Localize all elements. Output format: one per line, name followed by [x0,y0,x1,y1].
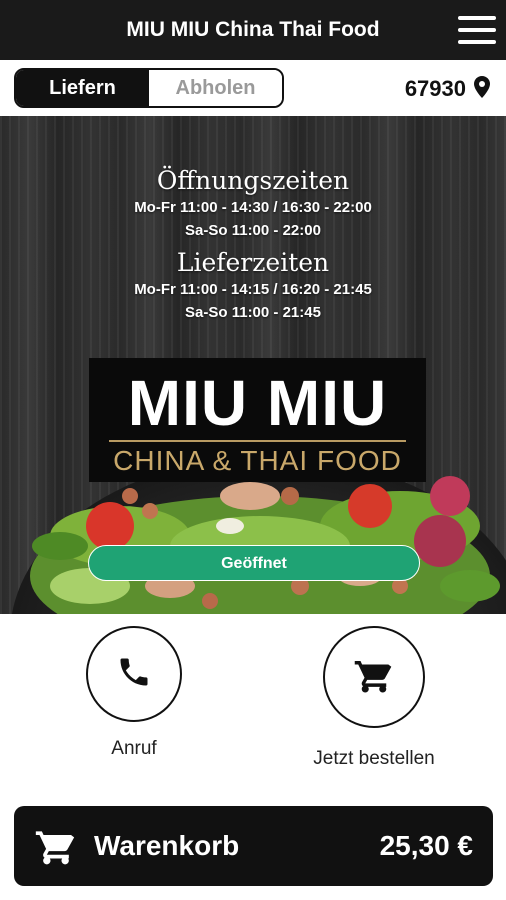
order-now-label: Jetzt bestellen [313,748,435,769]
location-pin-icon [474,75,490,103]
hamburger-menu-icon[interactable] [458,14,496,46]
restaurant-logo: MIU MIU CHINA & THAI FOOD [89,358,426,482]
order-now-button[interactable]: Jetzt bestellen [304,626,444,770]
order-mode-bar: Liefern Abholen 67930 [0,60,506,116]
postal-code: 67930 [404,76,466,101]
delivery-hours: Lieferzeiten Mo-Fr 11:00 - 14:15 / 16:20… [0,248,506,321]
delivery-hours-line: Sa-So 11:00 - 21:45 [185,304,321,321]
cart-icon [34,824,78,873]
call-circle[interactable] [86,626,182,722]
call-button[interactable]: Anruf [84,626,184,760]
opening-hours-line: Mo-Fr 11:00 - 14:30 / 16:30 - 22:00 [134,199,372,216]
delivery-hours-line: Mo-Fr 11:00 - 14:15 / 16:20 - 21:45 [134,281,372,298]
phone-icon [116,654,152,695]
open-status-button[interactable]: Geöffnet [88,545,420,581]
delivery-pickup-toggle: Liefern Abholen [14,68,284,108]
postal-code-selector[interactable]: 67930 [405,74,490,104]
cart-label: Warenkorb [94,830,240,861]
opening-hours-title: Öffnungszeiten [156,166,350,195]
cart-icon [353,654,395,701]
delivery-hours-title: Lieferzeiten [176,248,330,277]
opening-hours-line: Sa-So 11:00 - 22:00 [185,222,321,239]
call-label: Anruf [111,738,157,759]
order-circle[interactable] [323,626,425,728]
cart-bar[interactable]: Warenkorb 25,30 € [14,806,493,886]
tab-delivery[interactable]: Liefern [16,70,149,106]
cart-total: 25,30 € [379,830,473,861]
opening-hours: Öffnungszeiten Mo-Fr 11:00 - 14:30 / 16:… [0,166,506,239]
app-header: MIU MIU China Thai Food [0,0,506,60]
page-title: MIU MIU China Thai Food [126,18,380,41]
tab-pickup[interactable]: Abholen [149,70,282,106]
